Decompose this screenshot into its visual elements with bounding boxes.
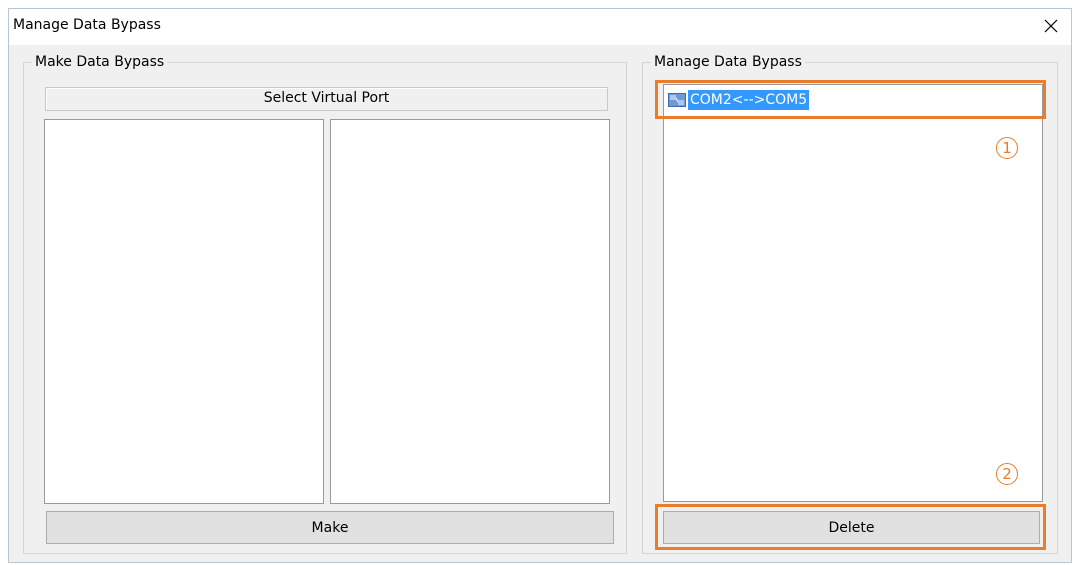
manage-group-label: Manage Data Bypass	[651, 52, 805, 72]
select-virtual-port-header: Select Virtual Port	[45, 87, 608, 111]
close-icon	[1044, 19, 1058, 33]
annotation-callout-2: 2	[996, 463, 1018, 485]
manage-data-bypass-window: Manage Data Bypass Make Data Bypass Sele…	[8, 8, 1072, 563]
virtual-port-list-right[interactable]	[330, 119, 610, 504]
delete-button[interactable]: Delete	[663, 511, 1040, 544]
virtual-port-list-left[interactable]	[44, 119, 324, 504]
window-title: Manage Data Bypass	[13, 17, 161, 33]
bypass-connection-icon	[668, 93, 686, 107]
make-button-label: Make	[311, 519, 349, 536]
list-item[interactable]: COM2<-->COM5	[668, 89, 810, 111]
annotation-callout-1: 1	[996, 137, 1018, 159]
make-group-label: Make Data Bypass	[32, 52, 168, 72]
select-virtual-port-label: Select Virtual Port	[263, 90, 390, 106]
bypass-item-label: COM2<-->COM5	[688, 90, 810, 110]
bypass-list[interactable]: COM2<-->COM5	[663, 84, 1043, 502]
make-button[interactable]: Make	[46, 511, 614, 544]
delete-button-label: Delete	[828, 519, 875, 536]
title-bar: Manage Data Bypass	[9, 9, 1071, 45]
close-button[interactable]	[1031, 9, 1071, 43]
